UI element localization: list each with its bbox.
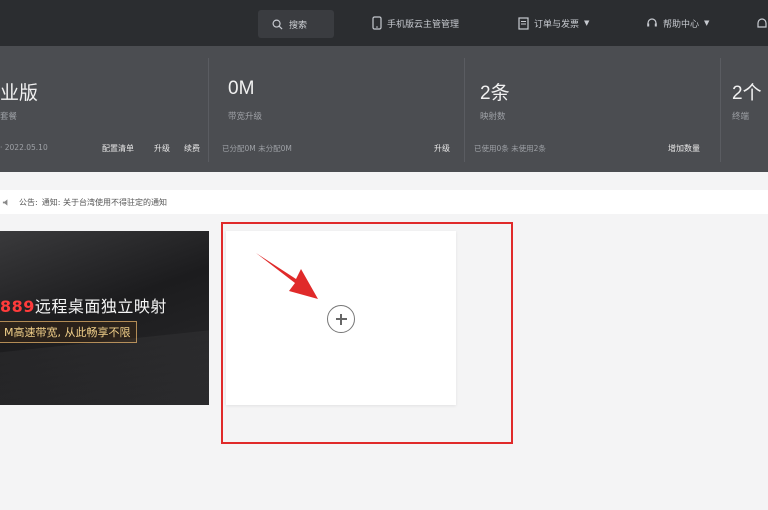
config-list-link[interactable]: 配置清单 xyxy=(102,143,134,154)
bandwidth-allocation: 已分配0M 未分配0M xyxy=(222,144,292,153)
search-button[interactable]: 搜索 xyxy=(258,10,334,38)
banner-tagline: M高速带宽, 从此畅享不限 xyxy=(0,321,138,343)
speaker-icon xyxy=(2,198,8,206)
mappings-usage: 已使用0条 未使用2条 xyxy=(474,144,546,153)
plan-value: 业版 xyxy=(0,83,39,104)
search-icon xyxy=(272,19,283,30)
nav-mobile-manage[interactable]: 手机版云主管管理 xyxy=(372,0,459,46)
bell-icon xyxy=(757,17,767,28)
stat-mappings: 2条 映射数 已使用0条 未使用2条 增加数量 xyxy=(474,46,716,172)
bandwidth-sub: 带宽升级 xyxy=(228,112,263,122)
chevron-down-icon: ▼ xyxy=(704,19,710,27)
nav-mobile-manage-label: 手机版云主管管理 xyxy=(387,19,460,30)
nav-notifications[interactable] xyxy=(756,0,768,46)
announcement-label: 公告: xyxy=(19,197,38,207)
plan-expiry: · 2022.05.10 xyxy=(0,143,48,152)
divider xyxy=(720,58,721,162)
chevron-down-icon: ▼ xyxy=(584,19,590,27)
account-stats-panel: 业版 套餐 · 2022.05.10 配置清单 升级 续费 0M 带宽升级 已分… xyxy=(0,46,768,172)
bandwidth-value: 0M xyxy=(228,78,255,99)
nav-orders-invoices[interactable]: 订单与发票 ▼ xyxy=(518,0,589,46)
announcement-text[interactable]: 通知: 关于台湾使用不得驻定的通知 xyxy=(42,197,167,208)
add-plus-icon[interactable] xyxy=(327,305,355,333)
stat-plan: 业版 套餐 · 2022.05.10 配置清单 升级 续费 xyxy=(0,46,208,172)
top-nav-bar: 搜索 手机版云主管管理 订单与发票 ▼ 帮助中心 ▼ xyxy=(0,0,768,46)
divider xyxy=(208,58,209,162)
announcement-bar: 公告: 通知: 关于台湾使用不得驻定的通知 xyxy=(0,190,768,214)
promo-banner[interactable]: 889远程桌面独立映射 M高速带宽, 从此畅享不限 xyxy=(0,231,209,405)
plan-sub: 套餐 xyxy=(0,112,18,122)
phone-icon xyxy=(372,16,382,30)
nav-help-label: 帮助中心 xyxy=(663,19,700,30)
bandwidth-upgrade-link[interactable]: 升级 xyxy=(434,143,450,154)
stat-bandwidth: 0M 带宽升级 已分配0M 未分配0M 升级 xyxy=(222,46,464,172)
upgrade-link[interactable]: 升级 xyxy=(154,143,170,154)
banner-title-text: 远程桌面独立映射 xyxy=(34,297,167,316)
stat-terminals: 2个 终端 xyxy=(732,46,768,172)
terminals-sub: 终端 xyxy=(732,112,750,122)
renew-link[interactable]: 续费 xyxy=(184,143,200,154)
headset-icon xyxy=(647,18,657,27)
nav-help-center[interactable]: 帮助中心 ▼ xyxy=(646,0,709,46)
banner-title: 889远程桌面独立映射 xyxy=(0,293,167,317)
mappings-value: 2条 xyxy=(480,83,510,104)
divider xyxy=(464,58,465,162)
banner-title-highlight: 889 xyxy=(0,297,35,316)
search-label: 搜索 xyxy=(289,20,308,31)
nav-orders-label: 订单与发票 xyxy=(534,19,580,30)
add-quantity-link[interactable]: 增加数量 xyxy=(668,143,700,154)
document-icon xyxy=(518,16,529,30)
terminals-value: 2个 xyxy=(732,83,762,104)
mappings-sub: 映射数 xyxy=(480,112,506,122)
